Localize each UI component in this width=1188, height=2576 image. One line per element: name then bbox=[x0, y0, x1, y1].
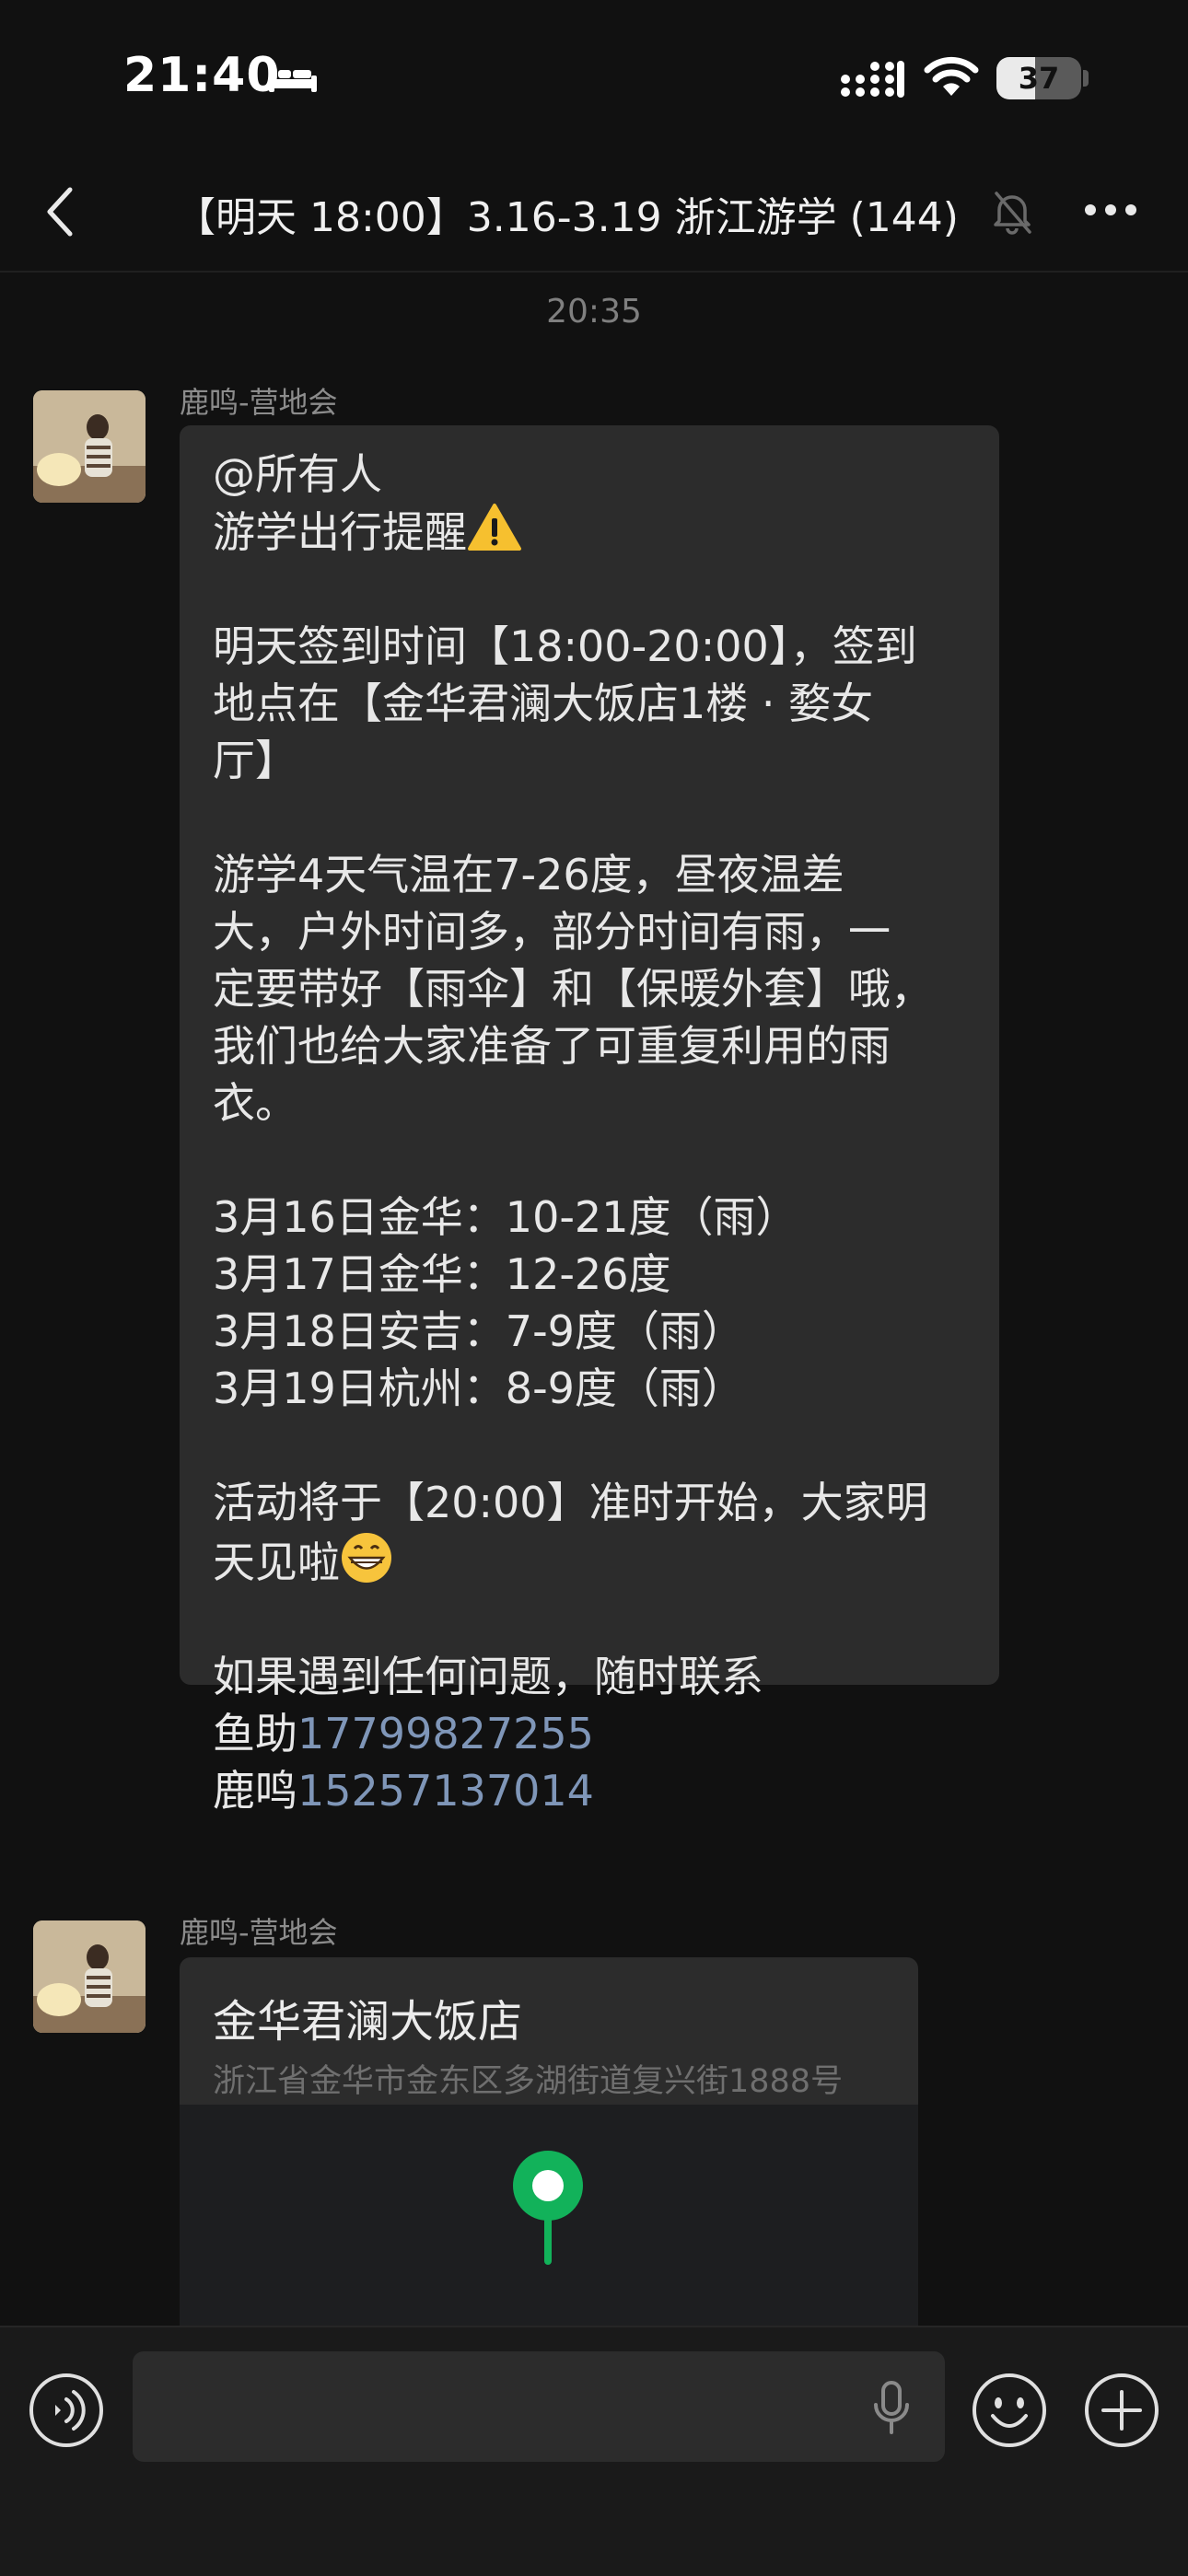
message-line: 厅】 bbox=[213, 736, 297, 785]
grin-emoji-icon bbox=[342, 1533, 391, 1583]
warning-icon bbox=[468, 504, 521, 551]
nav-bar: 【明天 18:00】3.16-3.19 浙江游学 (144) bbox=[0, 157, 1188, 273]
message-line: 活动将于【20:00】准时开始，大家明 bbox=[213, 1478, 928, 1527]
message-line: 如果遇到任何问题，随时联系 bbox=[213, 1652, 763, 1701]
message-line: 游学4天气温在7-26度，昼夜温差 bbox=[213, 850, 844, 899]
message-line: 游学出行提醒 bbox=[213, 507, 467, 557]
message-bubble[interactable]: @所有人 游学出行提醒 明天签到时间【18:00-20:00】，签到 地点在【金… bbox=[180, 425, 999, 1816]
phone-link[interactable]: 15257137014 bbox=[297, 1766, 594, 1816]
message-line: 3月19日杭州：8-9度（雨） bbox=[213, 1363, 744, 1413]
chat-title: 【明天 18:00】3.16-3.19 浙江游学 (144) bbox=[175, 194, 959, 241]
voice-icon[interactable] bbox=[28, 2372, 105, 2449]
message-line: 我们也给大家准备了可重复利用的雨 bbox=[213, 1021, 891, 1071]
sender-name: 鹿鸣-营地会 bbox=[180, 1915, 338, 1950]
avatar[interactable] bbox=[33, 1920, 146, 2033]
message-line: 大，户外时间多，部分时间有雨，一 bbox=[213, 907, 891, 957]
sender-name: 鹿鸣-营地会 bbox=[180, 385, 338, 420]
location-name: 金华君澜大饭店 bbox=[213, 1996, 523, 2048]
bell-muted-icon bbox=[994, 191, 1031, 235]
message-line: 明天签到时间【18:00-20:00】，签到 bbox=[213, 621, 917, 671]
location-card[interactable]: 金华君澜大饭店 浙江省金华市金东区多湖街道复兴街1888号 bbox=[180, 1957, 918, 2326]
message-line: 定要带好【雨伞】和【保暖外套】哦， bbox=[213, 964, 933, 1014]
mic-icon[interactable] bbox=[871, 2381, 912, 2434]
phone-link[interactable]: 17799827255 bbox=[297, 1709, 594, 1758]
status-time: 21:40 bbox=[123, 48, 281, 103]
message-line: 地点在【金华君澜大饭店1楼 · 婺女 bbox=[213, 679, 874, 728]
message-line: 3月17日金华：12-26度 bbox=[213, 1249, 671, 1299]
map-pin-icon bbox=[513, 2151, 583, 2265]
signal-icon bbox=[841, 61, 904, 98]
message-line: 天见啦 bbox=[213, 1537, 340, 1587]
message-line: 3月18日安吉：7-9度（雨） bbox=[213, 1306, 744, 1356]
contact-name: 鹿鸣 bbox=[213, 1766, 297, 1816]
input-bar bbox=[0, 2326, 1188, 2576]
emoji-icon[interactable] bbox=[971, 2372, 1048, 2449]
battery-icon: 37 bbox=[996, 57, 1081, 99]
message-line: 3月16日金华：10-21度（雨） bbox=[213, 1192, 798, 1242]
more-dots-icon[interactable] bbox=[1083, 203, 1138, 217]
chat-area[interactable]: 20:35 鹿鸣-营地会 @所有人 游学出行提醒 明天签到时间【18:00-20… bbox=[0, 273, 1188, 2326]
battery-tip bbox=[1083, 70, 1089, 87]
battery-level: 37 bbox=[1018, 61, 1060, 96]
message-line: 衣。 bbox=[213, 1078, 297, 1128]
location-map[interactable] bbox=[180, 2105, 918, 2326]
message-timestamp: 20:35 bbox=[546, 293, 642, 331]
plus-icon[interactable] bbox=[1083, 2372, 1160, 2449]
status-bar: 21:40 37 bbox=[0, 0, 1188, 157]
wifi-icon bbox=[924, 56, 979, 96]
avatar[interactable] bbox=[33, 390, 146, 503]
message-input[interactable] bbox=[133, 2351, 945, 2462]
message-line: @所有人 bbox=[213, 449, 382, 499]
bed-icon bbox=[269, 66, 317, 92]
location-address: 浙江省金华市金东区多湖街道复兴街1888号 bbox=[213, 2063, 844, 2100]
message-text: @所有人 游学出行提醒 明天签到时间【18:00-20:00】，签到 地点在【金… bbox=[213, 446, 1005, 1819]
contact-name: 鱼助 bbox=[213, 1709, 297, 1758]
chevron-left-icon[interactable] bbox=[42, 184, 79, 239]
